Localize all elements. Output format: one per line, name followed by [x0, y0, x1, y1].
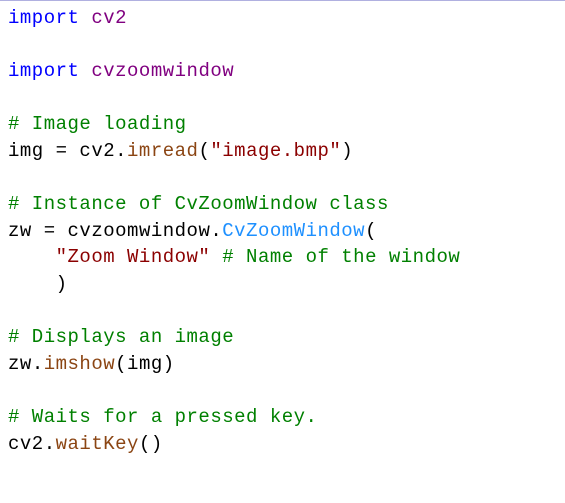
code-block: import cv2 import cvzoomwindow # Image l…: [0, 0, 565, 461]
comment: # Instance of CvZoomWindow class: [8, 193, 389, 215]
space: [210, 246, 222, 268]
paren-close: ): [56, 273, 68, 295]
indent: [8, 273, 56, 295]
comment: # Waits for a pressed key.: [8, 406, 317, 428]
operator: =: [44, 220, 56, 242]
dot: .: [44, 433, 56, 455]
dot: .: [115, 140, 127, 162]
identifier: img: [127, 353, 163, 375]
string-literal: "image.bmp": [210, 140, 341, 162]
identifier: img: [8, 140, 56, 162]
comment: # Name of the window: [222, 246, 460, 268]
module-cvzoomwindow: cvzoomwindow: [91, 60, 234, 82]
comment: # Image loading: [8, 113, 187, 135]
paren-close: ): [163, 353, 175, 375]
keyword-import: import: [8, 7, 79, 29]
paren-open: (: [115, 353, 127, 375]
string-literal: "Zoom Window": [56, 246, 211, 268]
class-cvzoomwindow: CvZoomWindow: [222, 220, 365, 242]
dot: .: [32, 353, 44, 375]
paren-close: ): [341, 140, 353, 162]
operator: =: [56, 140, 68, 162]
paren-open: (: [198, 140, 210, 162]
identifier: cv2: [68, 140, 116, 162]
paren-open: (: [365, 220, 377, 242]
identifier: cv2: [8, 433, 44, 455]
paren-open: (: [139, 433, 151, 455]
function-waitkey: waitKey: [56, 433, 139, 455]
identifier: zw: [8, 353, 32, 375]
module-cv2: cv2: [91, 7, 127, 29]
keyword-import: import: [8, 60, 79, 82]
dot: .: [210, 220, 222, 242]
function-imshow: imshow: [44, 353, 115, 375]
function-imread: imread: [127, 140, 198, 162]
comment: # Displays an image: [8, 326, 234, 348]
identifier: zw: [8, 220, 44, 242]
paren-close: ): [151, 433, 163, 455]
indent: [8, 246, 56, 268]
identifier: cvzoomwindow: [56, 220, 211, 242]
